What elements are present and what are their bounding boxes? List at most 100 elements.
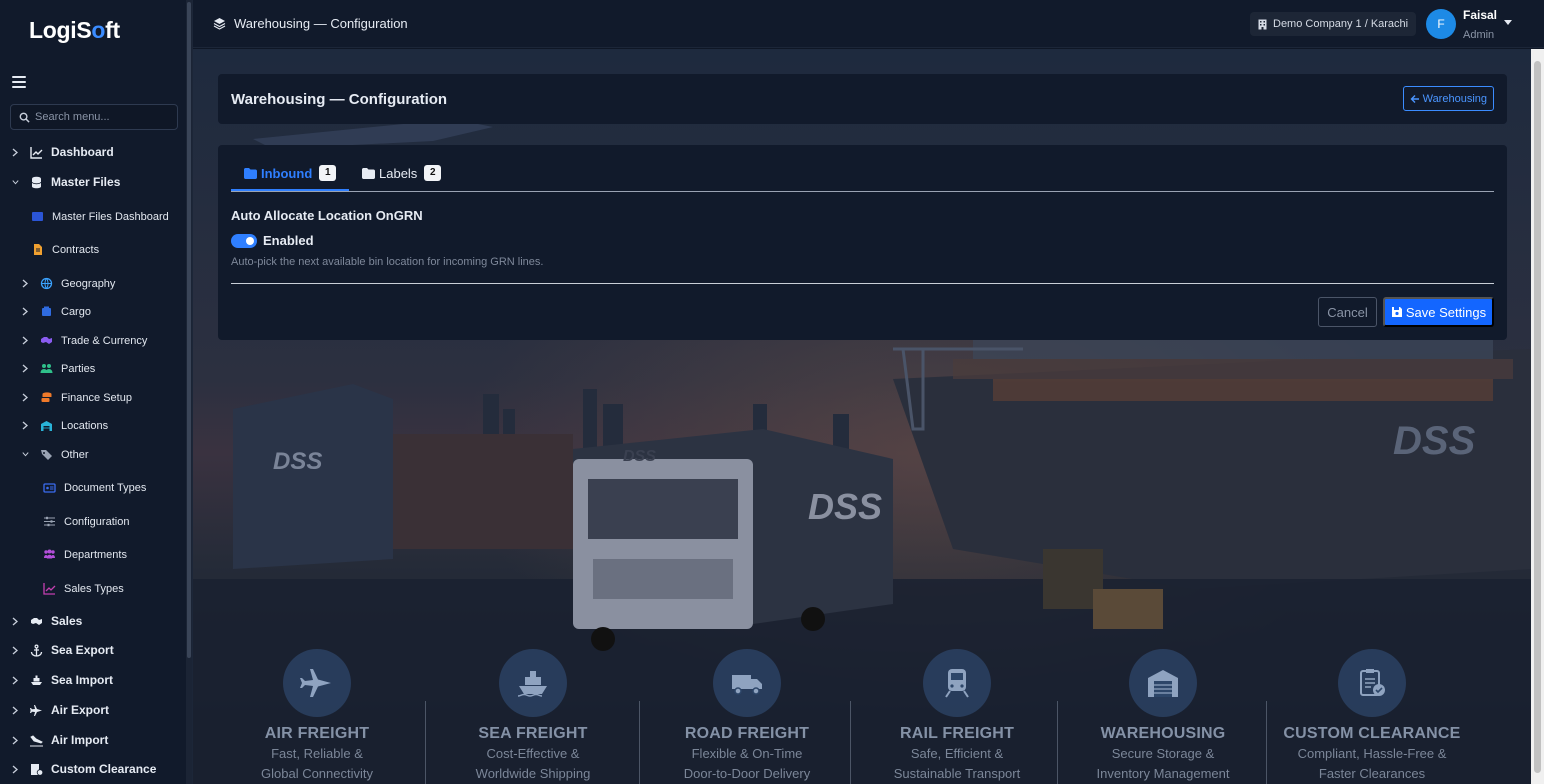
warehouse-icon bbox=[1148, 670, 1178, 697]
sidebar-item-master-files-dashboard[interactable]: Master Files Dashboard bbox=[31, 210, 169, 223]
sidebar-item-label: Air Import bbox=[51, 733, 109, 747]
settings-card: Inbound 1 Labels 2 Auto Allocate Locatio… bbox=[218, 145, 1507, 340]
divider bbox=[1057, 701, 1058, 784]
sidebar-item-label: Departments bbox=[64, 548, 127, 561]
sidebar-item-departments[interactable]: Departments bbox=[43, 548, 127, 561]
service-custom-clearance: CUSTOM CLEARANCE Compliant, Hassle-Free … bbox=[1272, 649, 1472, 783]
sidebar-item-label: Finance Setup bbox=[61, 391, 132, 404]
handshake-icon bbox=[30, 615, 43, 628]
watermark-logo: DSS bbox=[1393, 419, 1476, 463]
truck-icon bbox=[732, 675, 762, 695]
page-header-card: Warehousing — Configuration Warehousing bbox=[218, 74, 1507, 124]
auto-allocate-toggle[interactable] bbox=[231, 234, 257, 248]
sidebar-item-trade-currency[interactable]: Trade & Currency bbox=[21, 334, 147, 347]
sidebar-item-label: Master Files bbox=[51, 175, 121, 189]
search-input[interactable] bbox=[35, 111, 170, 123]
chevron-right-icon bbox=[11, 645, 19, 655]
chevron-right-icon bbox=[21, 393, 29, 403]
divider bbox=[425, 701, 426, 784]
chevron-right-icon bbox=[11, 735, 19, 745]
sidebar-item-label: Document Types bbox=[64, 481, 147, 494]
sidebar-item-sea-export[interactable]: Sea Export bbox=[11, 643, 114, 657]
sidebar-item-document-types[interactable]: Document Types bbox=[43, 481, 146, 494]
sidebar-scrollbar[interactable] bbox=[186, 0, 192, 784]
sidebar-item-sales-types[interactable]: Sales Types bbox=[43, 582, 124, 595]
search-icon bbox=[19, 112, 30, 123]
building-icon bbox=[1258, 19, 1267, 29]
toggle-state-label[interactable]: Enabled bbox=[263, 233, 314, 248]
save-settings-button[interactable]: Save Settings bbox=[1383, 297, 1494, 327]
sidebar-item-label: Parties bbox=[61, 362, 96, 375]
sidebar-item-air-import[interactable]: Air Import bbox=[11, 733, 108, 747]
tab-divider bbox=[231, 191, 1494, 192]
menu-toggle-icon[interactable] bbox=[12, 76, 26, 88]
sidebar-item-label: Geography bbox=[61, 277, 116, 290]
sidebar-item-label: Air Export bbox=[51, 703, 110, 717]
service-road-freight: ROAD FREIGHT Flexible & On-Time Door-to-… bbox=[647, 649, 847, 783]
sidebar-item-finance-setup[interactable]: Finance Setup bbox=[21, 391, 132, 404]
folder-icon bbox=[362, 167, 375, 179]
sidebar-item-label: Master Files Dashboard bbox=[52, 210, 169, 223]
sidebar-item-custom-clearance[interactable]: Custom Clearance bbox=[11, 762, 156, 776]
plane-icon bbox=[300, 669, 331, 697]
sidebar-item-locations[interactable]: Locations bbox=[21, 419, 108, 432]
app-logo[interactable]: LogiSoft bbox=[29, 17, 120, 44]
sidebar: LogiSoft Dashboard Master Files Master F… bbox=[0, 0, 193, 784]
divider bbox=[231, 283, 1494, 284]
sidebar-item-parties[interactable]: Parties bbox=[21, 362, 95, 375]
main-scrollbar[interactable] bbox=[1531, 49, 1544, 784]
ship-icon bbox=[517, 671, 547, 697]
sidebar-item-label: Trade & Currency bbox=[61, 334, 148, 347]
box-icon bbox=[40, 305, 53, 318]
coins-icon bbox=[40, 391, 53, 404]
svg-text:DSS: DSS bbox=[808, 486, 882, 527]
plane-icon bbox=[30, 704, 43, 717]
chevron-right-icon bbox=[11, 675, 19, 685]
user-name[interactable]: Faisal bbox=[1463, 8, 1497, 22]
page-title: Warehousing — Configuration bbox=[231, 91, 448, 108]
back-to-warehousing-button[interactable]: Warehousing bbox=[1402, 86, 1494, 111]
chevron-down-icon bbox=[11, 177, 19, 187]
topbar: Warehousing — Configuration Demo Company… bbox=[193, 0, 1544, 48]
tab-labels[interactable]: Labels 2 bbox=[362, 165, 442, 181]
svg-text:DSS: DSS bbox=[273, 448, 322, 475]
file-contract-icon bbox=[31, 243, 44, 256]
globe-icon bbox=[40, 277, 53, 290]
sidebar-item-sales[interactable]: Sales bbox=[11, 614, 82, 628]
sidebar-item-label: Custom Clearance bbox=[51, 762, 157, 776]
id-card-icon bbox=[43, 481, 56, 494]
sidebar-item-master-files[interactable]: Master Files bbox=[11, 175, 120, 189]
setting-label: Auto Allocate Location OnGRN bbox=[231, 208, 423, 223]
chevron-right-icon bbox=[21, 421, 29, 431]
users-icon bbox=[43, 548, 56, 561]
sidebar-item-label: Configuration bbox=[64, 515, 130, 528]
sidebar-item-contracts[interactable]: Contracts bbox=[31, 243, 99, 256]
sidebar-item-sea-import[interactable]: Sea Import bbox=[11, 673, 113, 687]
chevron-right-icon bbox=[21, 307, 29, 317]
cancel-button[interactable]: Cancel bbox=[1318, 297, 1377, 327]
sidebar-item-air-export[interactable]: Air Export bbox=[11, 703, 109, 717]
divider bbox=[639, 701, 640, 784]
caret-down-icon[interactable] bbox=[1504, 20, 1512, 26]
sidebar-item-label: Locations bbox=[61, 419, 109, 432]
sidebar-item-dashboard[interactable]: Dashboard bbox=[11, 145, 114, 159]
sidebar-item-geography[interactable]: Geography bbox=[21, 277, 115, 290]
chevron-right-icon bbox=[11, 616, 19, 626]
service-rail-freight: RAIL FREIGHT Safe, Efficient & Sustainab… bbox=[857, 649, 1057, 783]
tab-inbound[interactable]: Inbound 1 bbox=[244, 165, 337, 181]
sidebar-item-configuration[interactable]: Configuration bbox=[43, 515, 129, 528]
chart-line-icon bbox=[43, 582, 56, 595]
sidebar-search[interactable] bbox=[10, 104, 178, 130]
layers-icon bbox=[213, 18, 226, 30]
topbar-title: Warehousing — Configuration bbox=[213, 16, 408, 31]
sidebar-item-label: Sea Import bbox=[51, 673, 114, 687]
user-role: Admin bbox=[1463, 29, 1495, 41]
sidebar-item-cargo[interactable]: Cargo bbox=[21, 305, 91, 318]
sidebar-item-label: Cargo bbox=[61, 305, 91, 318]
company-selector[interactable]: Demo Company 1 / Karachi bbox=[1250, 12, 1417, 36]
chevron-right-icon bbox=[11, 764, 19, 774]
service-sea-freight: SEA FREIGHT Cost-Effective & Worldwide S… bbox=[433, 649, 633, 783]
chevron-right-icon bbox=[21, 279, 29, 289]
sidebar-item-other[interactable]: Other bbox=[21, 448, 89, 461]
avatar[interactable]: F bbox=[1426, 9, 1456, 39]
